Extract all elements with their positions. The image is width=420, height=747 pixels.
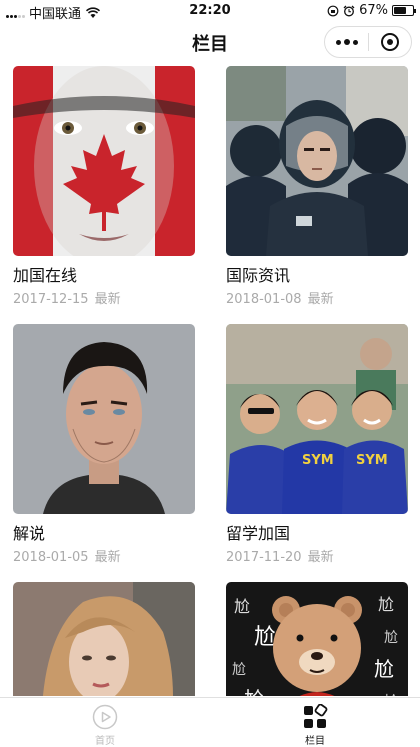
- card-tag: 最新: [94, 550, 121, 565]
- card-title: 解说: [13, 524, 46, 543]
- status-right: 67%: [327, 3, 416, 18]
- card-image-woman-portrait: [13, 582, 195, 696]
- svg-text:SYM: SYM: [356, 453, 388, 468]
- card-title: 国际资讯: [226, 266, 291, 285]
- close-circle-icon: [380, 33, 399, 51]
- card-image-riot-police: [226, 66, 408, 256]
- tab-home-label: 首页: [95, 736, 115, 747]
- card-title: 留学加国: [226, 524, 291, 543]
- more-button[interactable]: [325, 27, 368, 57]
- category-card[interactable]: 加国在线 2017-12-15 最新: [13, 66, 195, 309]
- play-circle-icon: [92, 704, 118, 730]
- image-text: 尬: [378, 595, 394, 614]
- image-text: 尬: [384, 694, 398, 696]
- card-date: 2018-01-08: [226, 292, 302, 307]
- category-card[interactable]: 尬 尬 尬 尬 尬 尬 尬 尬: [226, 582, 408, 696]
- status-bar: 中国联通 22:20 67%: [0, 0, 420, 22]
- category-card[interactable]: 解说 2018-01-05 最新: [13, 324, 195, 567]
- card-title: 加国在线: [13, 266, 78, 285]
- tab-bar: 首页 栏目: [0, 697, 420, 747]
- card-image-canada-flag-face: [13, 66, 195, 256]
- card-tag: 最新: [94, 292, 121, 307]
- category-card[interactable]: 国际资讯 2018-01-08 最新: [226, 66, 408, 309]
- tab-home[interactable]: 首页: [0, 698, 210, 747]
- card-meta: 2017-12-15 最新: [13, 291, 195, 309]
- card-tag: 最新: [307, 292, 334, 307]
- close-button[interactable]: [369, 27, 411, 57]
- card-meta: 2018-01-08 最新: [226, 291, 408, 309]
- category-grid: 加国在线 2017-12-15 最新 国际资讯 2018-01-08 最新 解说…: [0, 62, 420, 696]
- mini-program-capsule: [324, 26, 412, 58]
- image-text: 尬: [232, 662, 246, 678]
- svg-text:SYM: SYM: [302, 453, 334, 468]
- tab-columns-label: 栏目: [305, 736, 325, 747]
- card-image-bear-cartoon: 尬 尬 尬 尬 尬 尬 尬 尬: [226, 582, 408, 696]
- nav-bar: 栏目: [0, 22, 420, 62]
- tab-columns[interactable]: 栏目: [210, 698, 420, 747]
- image-text: 尬: [384, 630, 398, 646]
- battery-fill: [394, 7, 407, 14]
- battery-icon: [392, 5, 416, 16]
- image-text: 尬: [374, 657, 394, 681]
- rotation-lock-icon: [327, 5, 339, 16]
- category-card[interactable]: [13, 582, 195, 696]
- card-tag: 最新: [307, 550, 334, 565]
- alarm-icon: [343, 5, 355, 16]
- grid-icon: [304, 704, 328, 728]
- image-text: 尬: [244, 687, 264, 696]
- card-meta: 2017-11-20 最新: [226, 549, 408, 567]
- image-text: 尬: [234, 597, 250, 616]
- card-image-man-portrait: [13, 324, 195, 514]
- battery-percent: 67%: [359, 3, 388, 18]
- image-text: 尬: [254, 625, 276, 650]
- card-image-students-group: SYM SYM: [226, 324, 408, 514]
- card-date: 2017-12-15: [13, 292, 89, 307]
- card-date: 2018-01-05: [13, 550, 89, 565]
- category-card[interactable]: SYM SYM 留学加国 2017-11-20 最新: [226, 324, 408, 567]
- card-meta: 2018-01-05 最新: [13, 549, 195, 567]
- card-date: 2017-11-20: [226, 550, 302, 565]
